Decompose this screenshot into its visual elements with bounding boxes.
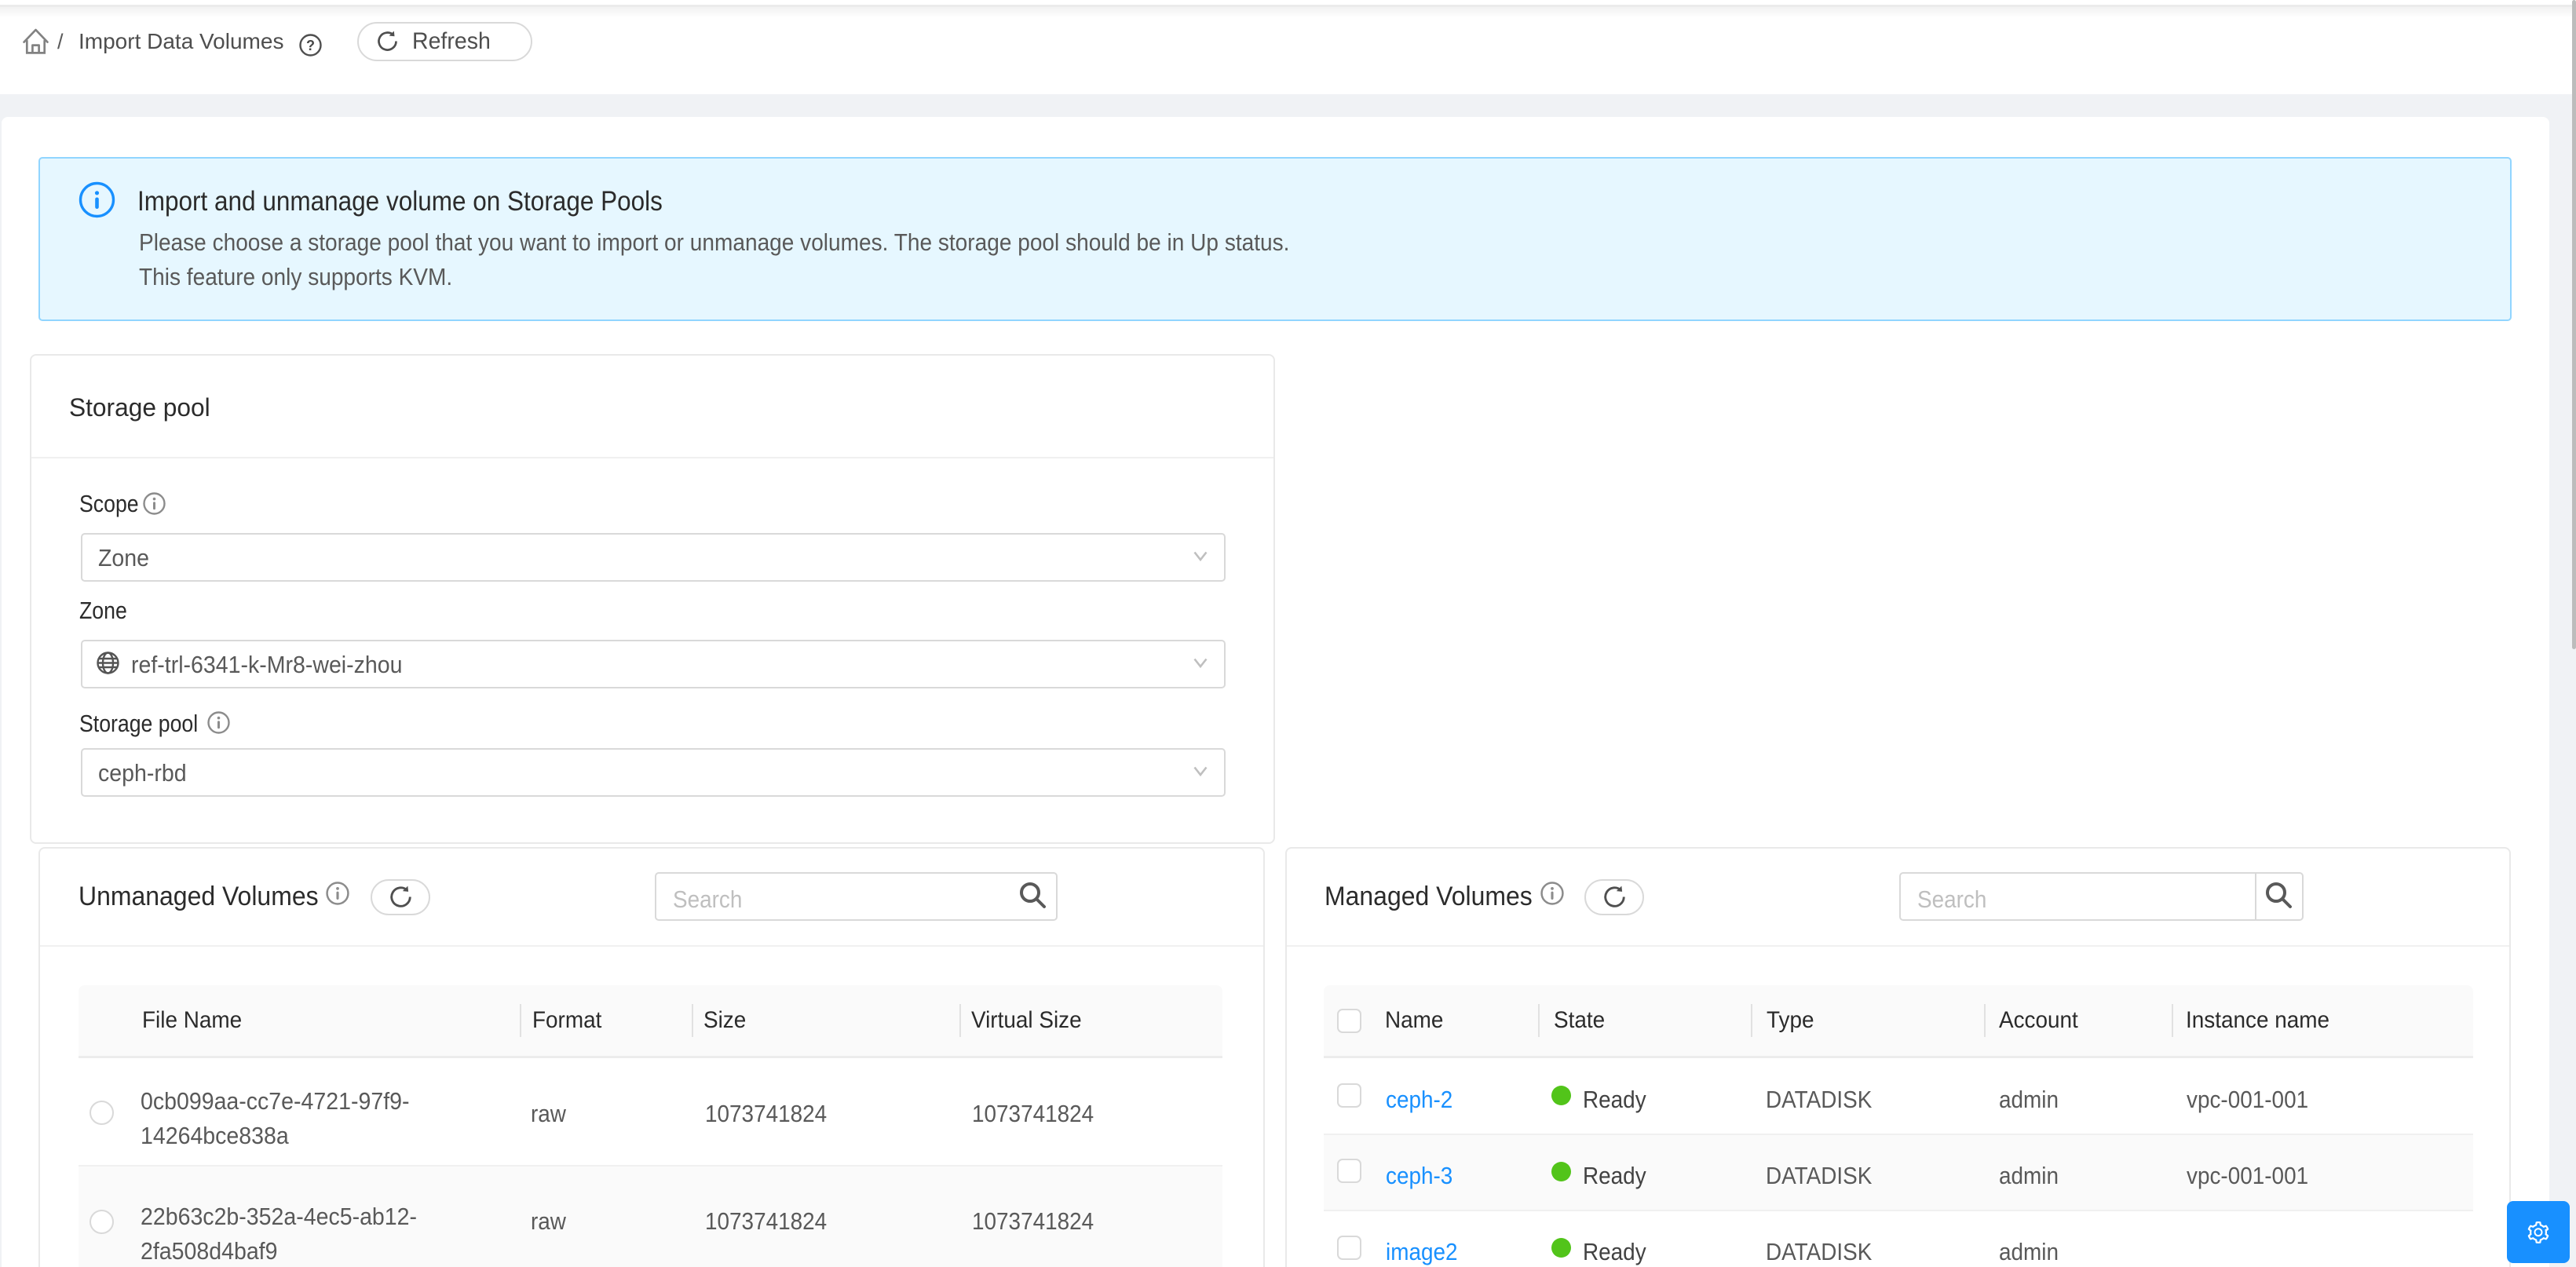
svg-text:?: ? xyxy=(306,38,315,53)
